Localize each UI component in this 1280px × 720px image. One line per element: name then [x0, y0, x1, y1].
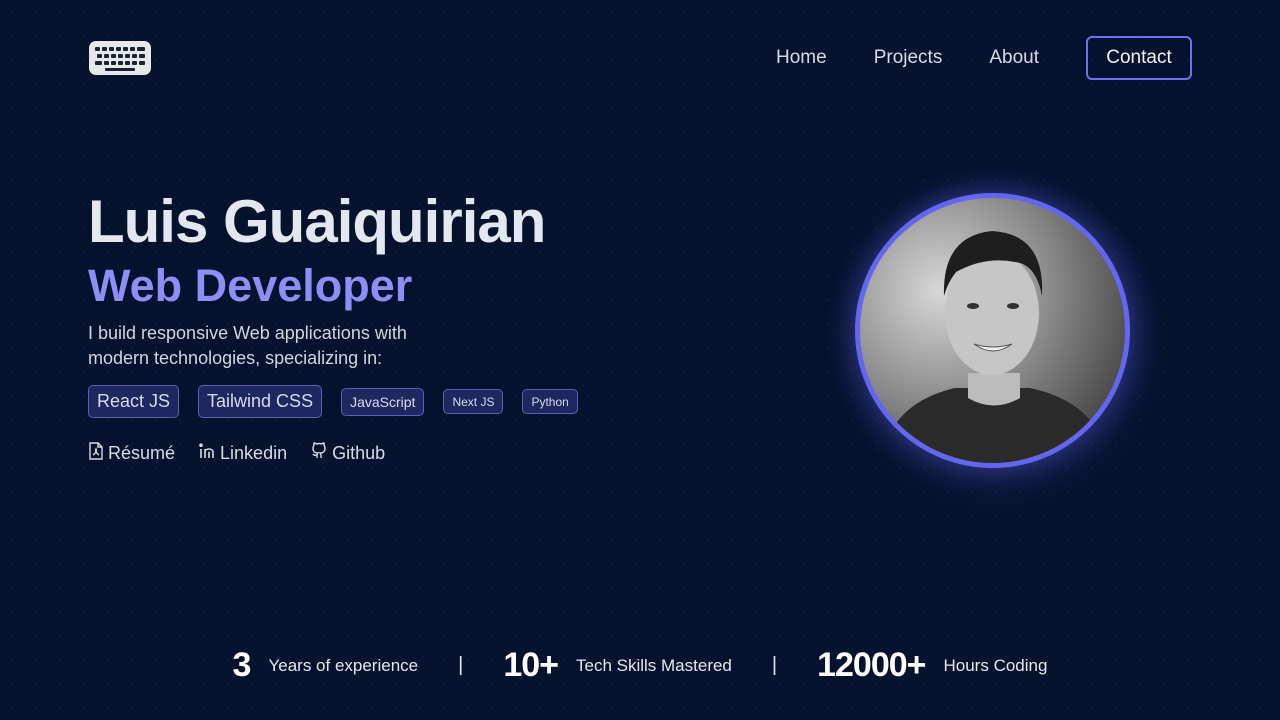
- github-link-label: Github: [332, 443, 386, 463]
- hero-name: Luis Guaiquirian: [88, 188, 546, 255]
- linkedin-icon: [198, 442, 220, 465]
- hero-role: Web Developer: [88, 260, 413, 311]
- stat-experience: 3 Years of experience: [233, 646, 419, 685]
- nav-link-about[interactable]: About: [989, 47, 1039, 69]
- stat-label: Hours Coding: [943, 655, 1048, 675]
- stat-label: Tech Skills Mastered: [576, 655, 732, 675]
- resume-link-label: Résumé: [108, 443, 176, 463]
- hero-description: I build responsive Web applications with…: [88, 323, 407, 368]
- nav-link-home[interactable]: Home: [776, 47, 827, 69]
- stat-value: 10+: [503, 646, 559, 684]
- stat-label: Years of experience: [268, 655, 419, 675]
- github-link[interactable]: Github: [310, 442, 385, 465]
- stat-skills: 10+ Tech Skills Mastered: [503, 646, 732, 685]
- keyboard-logo-icon[interactable]: [88, 38, 152, 78]
- main-nav: Home Projects About Contact: [729, 36, 1192, 80]
- stats-bar: 3 Years of experience | 10+ Tech Skills …: [0, 646, 1280, 685]
- skill-tag-javascript: JavaScript: [341, 387, 425, 416]
- contact-button[interactable]: Contact: [1086, 36, 1192, 80]
- skill-tag-react: React JS: [88, 385, 180, 418]
- linkedin-link-label: Linkedin: [220, 443, 288, 463]
- stat-separator: |: [771, 654, 778, 676]
- stat-separator: |: [458, 654, 464, 676]
- skill-tags: React JS Tailwind CSS JavaScript Next JS…: [88, 385, 648, 418]
- social-links: Résumé Linkedin Github: [88, 442, 648, 465]
- skill-tag-nextjs: Next JS: [443, 389, 504, 414]
- stat-hours: 12000+ Hours Coding: [817, 646, 1047, 685]
- resume-link[interactable]: Résumé: [88, 442, 175, 465]
- github-icon: [310, 442, 332, 465]
- skill-tag-python: Python: [522, 389, 578, 414]
- hero-section: Luis Guaiquirian Web Developer I build r…: [88, 186, 648, 465]
- avatar: [855, 193, 1130, 468]
- stat-value: 12000+: [817, 646, 926, 684]
- linkedin-link[interactable]: Linkedin: [198, 442, 287, 465]
- stat-value: 3: [232, 646, 252, 684]
- pdf-file-icon: [88, 442, 108, 465]
- nav-link-projects[interactable]: Projects: [874, 47, 943, 69]
- skill-tag-tailwind: Tailwind CSS: [198, 385, 323, 418]
